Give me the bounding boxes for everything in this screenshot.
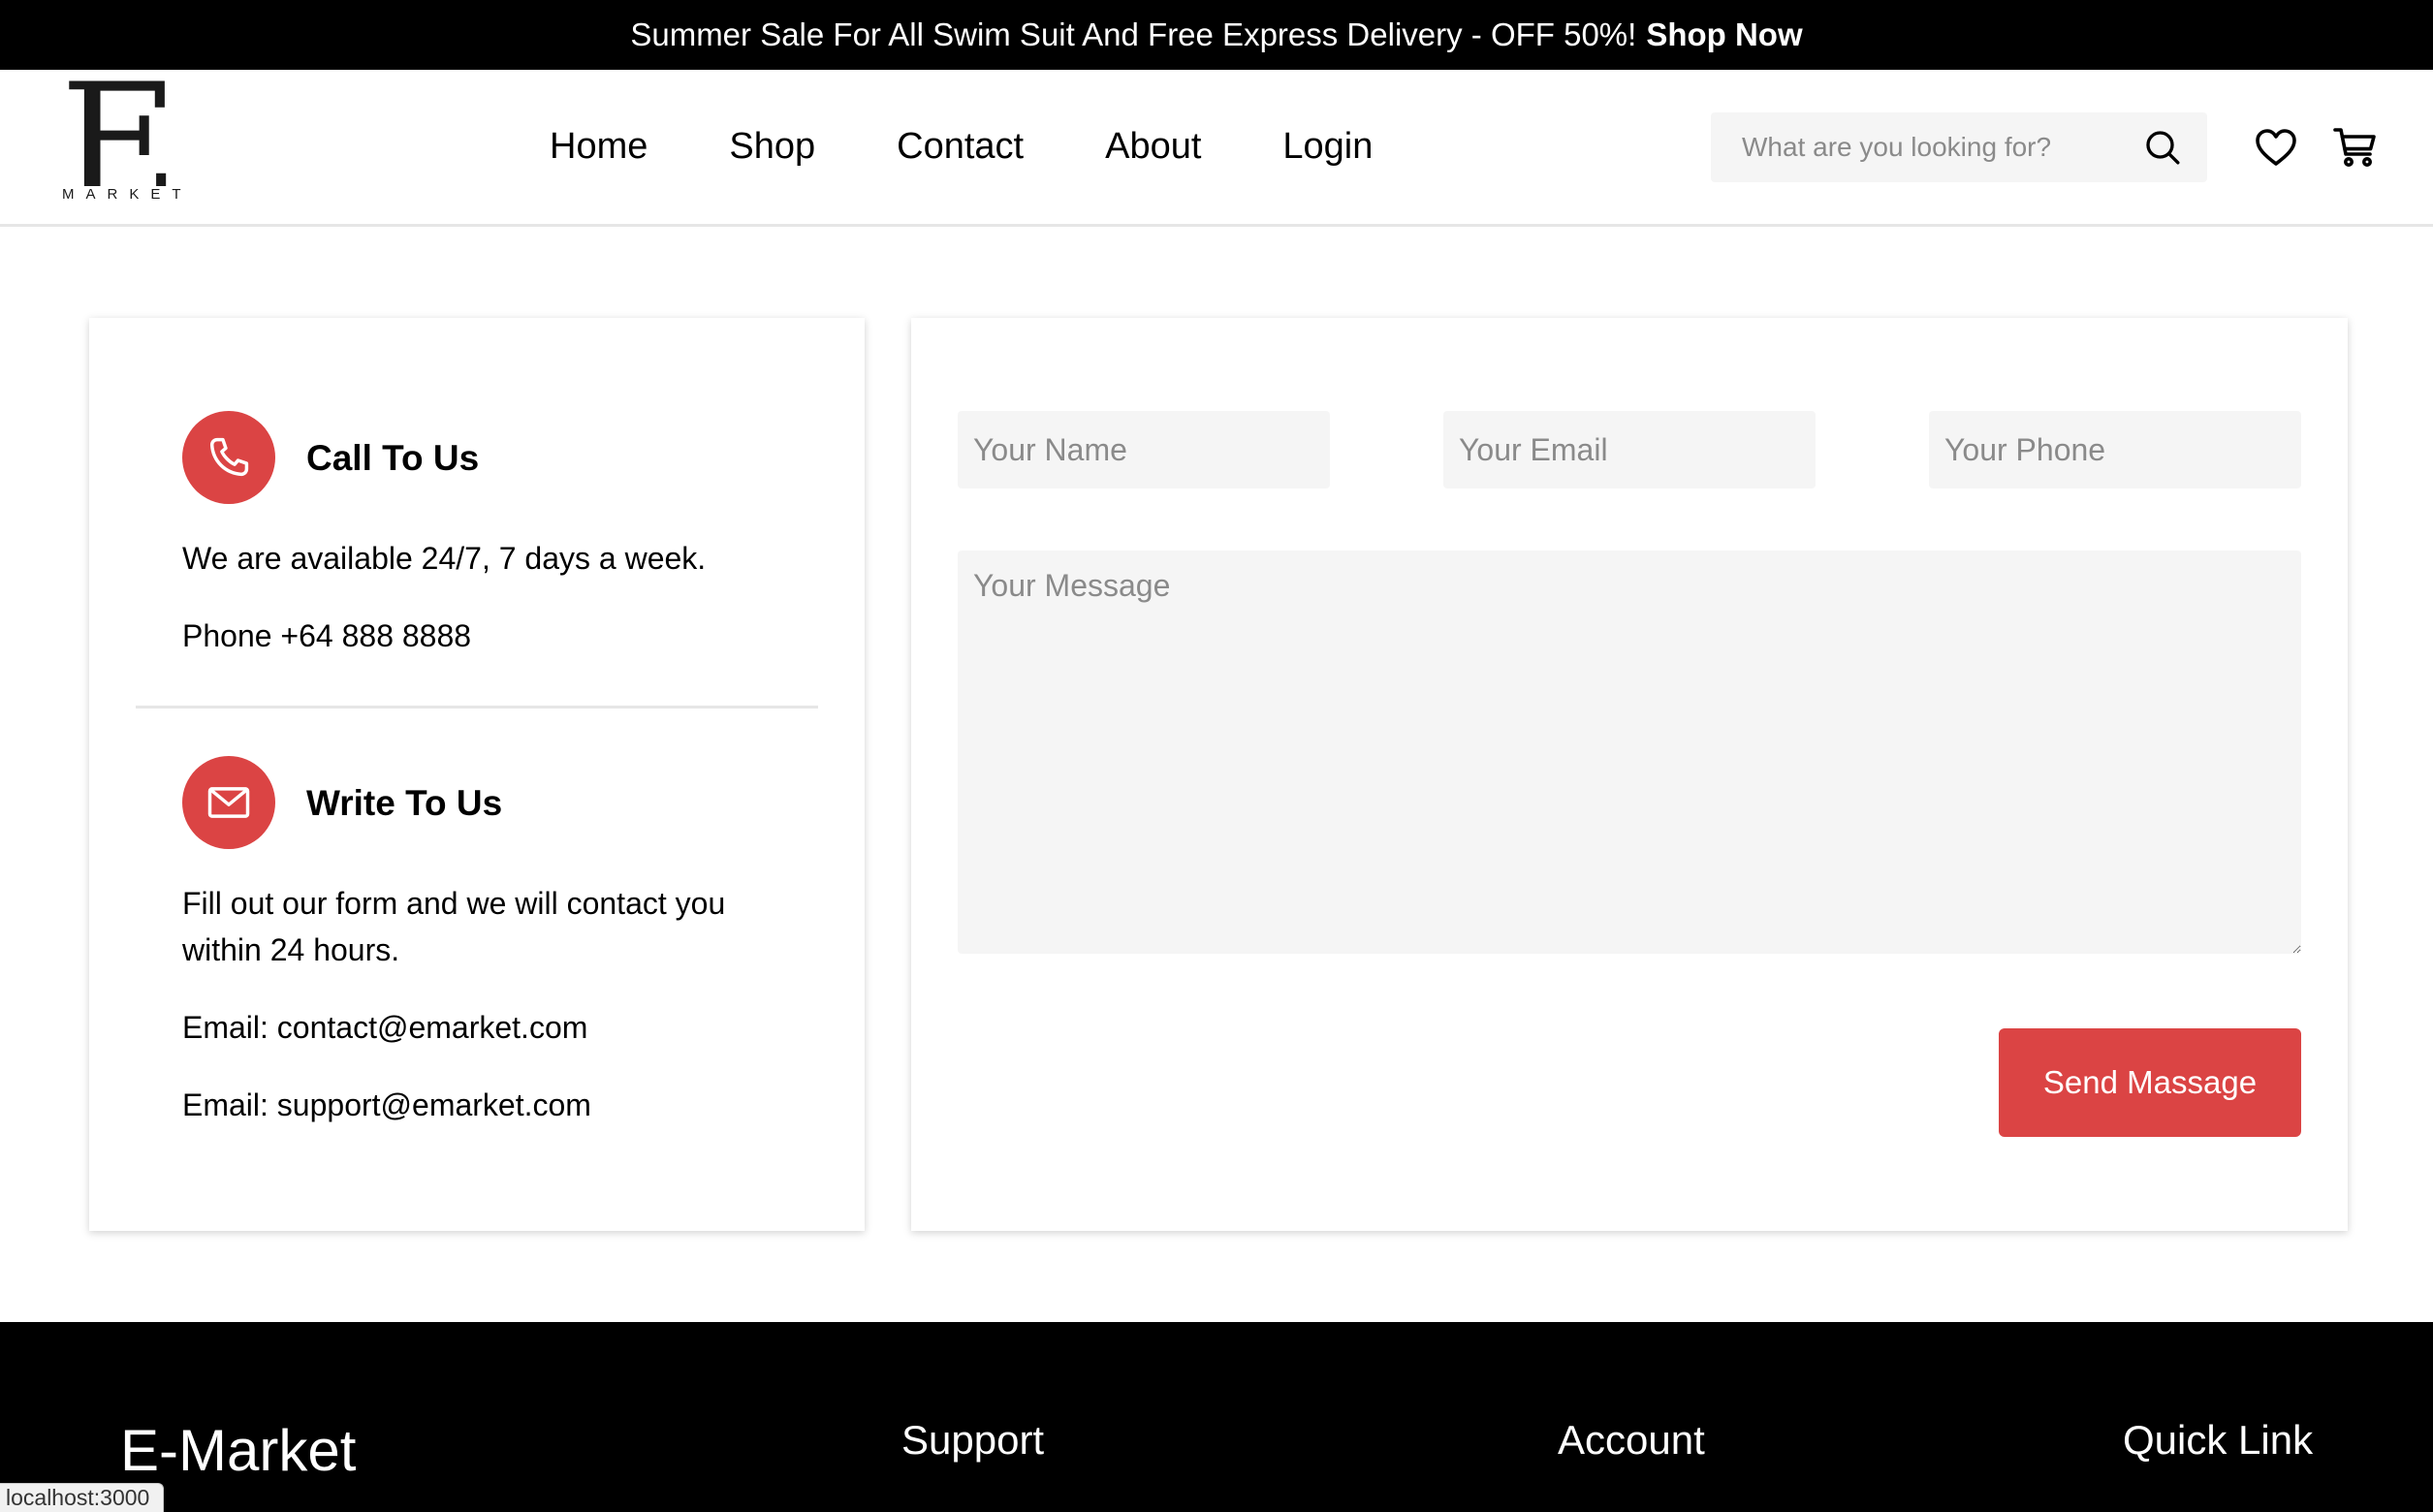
search-input[interactable] [1742,132,2130,163]
footer-brand: E-Market [120,1418,357,1483]
heart-icon[interactable] [2253,124,2299,171]
shop-now-link[interactable]: Shop Now [1646,16,1802,53]
write-title: Write To Us [306,783,503,823]
site-header: E MARKET Home Shop Contact About Login [0,62,2433,227]
contact-form-card: Send Massage [911,318,2348,1231]
logo-word: MARKET [62,186,197,203]
nav-login[interactable]: Login [1282,126,1373,168]
phone-icon [209,437,249,477]
nav-shop[interactable]: Shop [729,126,815,168]
write-description: Fill out our form and we will contact yo… [182,886,726,967]
contact-info-card: Call To Us We are available 24/7, 7 days… [89,318,865,1231]
call-phone: Phone +64 888 8888 [182,618,472,653]
phone-icon-circle [182,411,275,504]
email-input[interactable] [1443,411,1816,488]
footer-account-heading: Account [1558,1417,1705,1463]
promo-banner: Summer Sale For All Swim Suit And Free E… [0,0,2433,70]
support-email-1: Email: contact@emarket.com [182,1010,588,1045]
nav-contact[interactable]: Contact [897,126,1024,168]
call-availability: We are available 24/7, 7 days a week. [182,541,707,576]
search-icon[interactable] [2143,128,2182,167]
divider [136,706,818,709]
search-box [1711,112,2207,182]
send-message-button[interactable]: Send Massage [1999,1028,2301,1137]
phone-input[interactable] [1929,411,2301,488]
support-email-2: Email: support@emarket.com [182,1087,591,1122]
main-nav: Home Shop Contact About Login [550,70,1454,224]
name-input[interactable] [958,411,1330,488]
mail-icon-circle [182,756,275,849]
logo[interactable]: E MARKET [60,62,197,225]
call-title: Call To Us [306,438,480,478]
footer-support-heading: Support [901,1417,1045,1463]
nav-about[interactable]: About [1105,126,1201,168]
nav-home[interactable]: Home [550,126,648,168]
promo-text: Summer Sale For All Swim Suit And Free E… [630,16,1637,52]
mail-icon [207,787,250,818]
site-footer: E-Market Support Account Quick Link [0,1322,2433,1512]
footer-quick-link-heading: Quick Link [2123,1417,2314,1463]
cart-icon[interactable] [2332,124,2379,171]
message-textarea[interactable] [958,551,2301,954]
status-bar-url: localhost:3000 [0,1483,165,1512]
